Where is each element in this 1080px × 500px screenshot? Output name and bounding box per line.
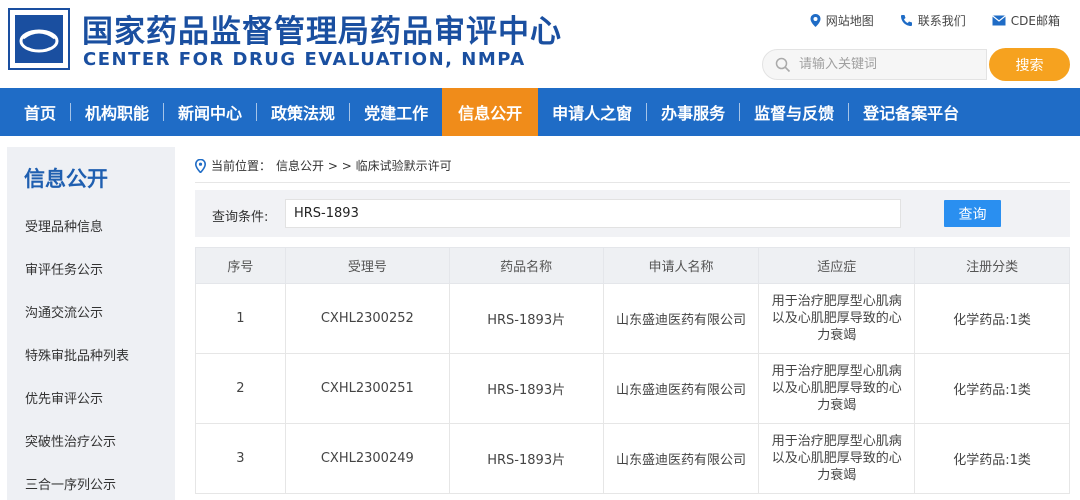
query-label: 查询条件:	[212, 210, 269, 225]
cell-applicant: 山东盛迪医药有限公司	[602, 353, 760, 424]
search-button[interactable]: 搜索	[989, 48, 1070, 81]
sidebar: 信息公开 受理品种信息 审评任务公示 沟通交流公示 特殊审批品种列表 优先审评公…	[7, 147, 175, 500]
column-header-no: 序号	[195, 247, 286, 284]
sidebar-item-communication[interactable]: 沟通交流公示	[25, 302, 103, 321]
nav-info-disclosure[interactable]: 信息公开	[442, 88, 539, 136]
cell-no: 2	[195, 353, 286, 424]
sitemap-label: 网站地图	[825, 14, 874, 28]
sidebar-title: 信息公开	[24, 167, 108, 191]
query-bar: 查询条件: HRS-1893 查询	[195, 190, 1070, 237]
table-row[interactable]: 3 CXHL2300249 HRS-1893片 山东盛迪医药有限公司 用于治疗肥…	[195, 423, 1070, 494]
search-box	[762, 49, 987, 80]
nav-applicant[interactable]: 申请人之窗	[538, 88, 646, 136]
cde-mail-label: CDE邮箱	[1010, 14, 1060, 28]
column-header-applicant: 申请人名称	[602, 247, 760, 284]
contact-label: 联系我们	[917, 14, 966, 28]
column-header-category: 注册分类	[914, 247, 1070, 284]
cell-indication: 用于治疗肥厚型心肌病以及心肌肥厚导致的心力衰竭	[758, 283, 916, 354]
sidebar-item-breakthrough[interactable]: 突破性治疗公示	[25, 431, 116, 450]
cell-accept-no: CXHL2300251	[284, 353, 450, 424]
nav-registration[interactable]: 登记备案平台	[849, 88, 973, 136]
cell-drug-name: HRS-1893片	[448, 283, 604, 354]
sidebar-item-three-in-one[interactable]: 三合一序列公示	[25, 474, 116, 493]
table-row[interactable]: 2 CXHL2300251 HRS-1893片 山东盛迪医药有限公司 用于治疗肥…	[195, 353, 1070, 424]
cell-no: 3	[195, 423, 286, 494]
column-header-indication: 适应症	[758, 247, 916, 284]
sidebar-item-priority-review[interactable]: 优先审评公示	[25, 388, 103, 407]
cde-logo-icon[interactable]	[8, 8, 70, 70]
cell-category: 化学药品:1类	[914, 283, 1070, 354]
cell-accept-no: CXHL2300252	[284, 283, 450, 354]
sidebar-item-review-tasks[interactable]: 审评任务公示	[25, 259, 103, 278]
column-header-accept-no: 受理号	[284, 247, 450, 284]
cell-applicant: 山东盛迪医药有限公司	[602, 283, 760, 354]
contact-link[interactable]: 联系我们	[900, 12, 966, 29]
nav-news[interactable]: 新闻中心	[164, 88, 256, 136]
breadcrumb-divider	[195, 182, 1070, 183]
nav-functions[interactable]: 机构职能	[71, 88, 163, 136]
sidebar-item-accepted-varieties[interactable]: 受理品种信息	[25, 216, 103, 235]
cell-accept-no: CXHL2300249	[284, 423, 450, 494]
cell-drug-name: HRS-1893片	[448, 353, 604, 424]
table-row[interactable]: 1 CXHL2300252 HRS-1893片 山东盛迪医药有限公司 用于治疗肥…	[195, 283, 1070, 354]
site-title-cn: 国家药品监督管理局药品审评中心	[82, 14, 562, 50]
site-title-en: CENTER FOR DRUG EVALUATION, NMPA	[83, 49, 526, 70]
top-links: 网站地图 联系我们 CDE邮箱	[810, 12, 1060, 29]
search-icon	[775, 57, 791, 72]
results-table: 序号 受理号 药品名称 申请人名称 适应症 注册分类 1 CXHL2300252…	[195, 247, 1070, 494]
cell-category: 化学药品:1类	[914, 353, 1070, 424]
site-header: 国家药品监督管理局药品审评中心 CENTER FOR DRUG EVALUATI…	[0, 0, 1080, 88]
breadcrumb-path[interactable]: 信息公开 > > 临床试验默示许可	[276, 157, 452, 174]
cde-mail-link[interactable]: CDE邮箱	[991, 12, 1060, 29]
mail-icon	[991, 15, 1006, 26]
search-input[interactable]	[799, 57, 969, 72]
nav-party[interactable]: 党建工作	[350, 88, 442, 136]
table-header-row: 序号 受理号 药品名称 申请人名称 适应症 注册分类	[195, 247, 1070, 284]
cell-indication: 用于治疗肥厚型心肌病以及心肌肥厚导致的心力衰竭	[758, 353, 916, 424]
phone-icon	[900, 15, 912, 26]
nav-services[interactable]: 办事服务	[647, 88, 739, 136]
sitemap-link[interactable]: 网站地图	[810, 12, 874, 29]
sidebar-item-special-approval[interactable]: 特殊审批品种列表	[25, 345, 129, 364]
cell-no: 1	[195, 283, 286, 354]
location-pin-icon	[195, 158, 206, 173]
nav-supervision[interactable]: 监督与反馈	[740, 88, 848, 136]
breadcrumb-prefix: 当前位置：	[211, 159, 272, 173]
column-header-drug-name: 药品名称	[448, 247, 604, 284]
nav-home[interactable]: 首页	[0, 88, 70, 136]
main-nav: 首页 机构职能 新闻中心 政策法规 党建工作 信息公开 申请人之窗 办事服务 监…	[0, 88, 1080, 136]
cell-category: 化学药品:1类	[914, 423, 1070, 494]
location-pin-icon	[810, 14, 821, 27]
cell-applicant: 山东盛迪医药有限公司	[602, 423, 760, 494]
nav-policies[interactable]: 政策法规	[257, 88, 349, 136]
breadcrumb: 当前位置： 信息公开 > > 临床试验默示许可	[195, 157, 452, 174]
query-input[interactable]: HRS-1893	[285, 199, 901, 228]
cell-drug-name: HRS-1893片	[448, 423, 604, 494]
query-button[interactable]: 查询	[944, 200, 1001, 227]
cell-indication: 用于治疗肥厚型心肌病以及心肌肥厚导致的心力衰竭	[758, 423, 916, 494]
